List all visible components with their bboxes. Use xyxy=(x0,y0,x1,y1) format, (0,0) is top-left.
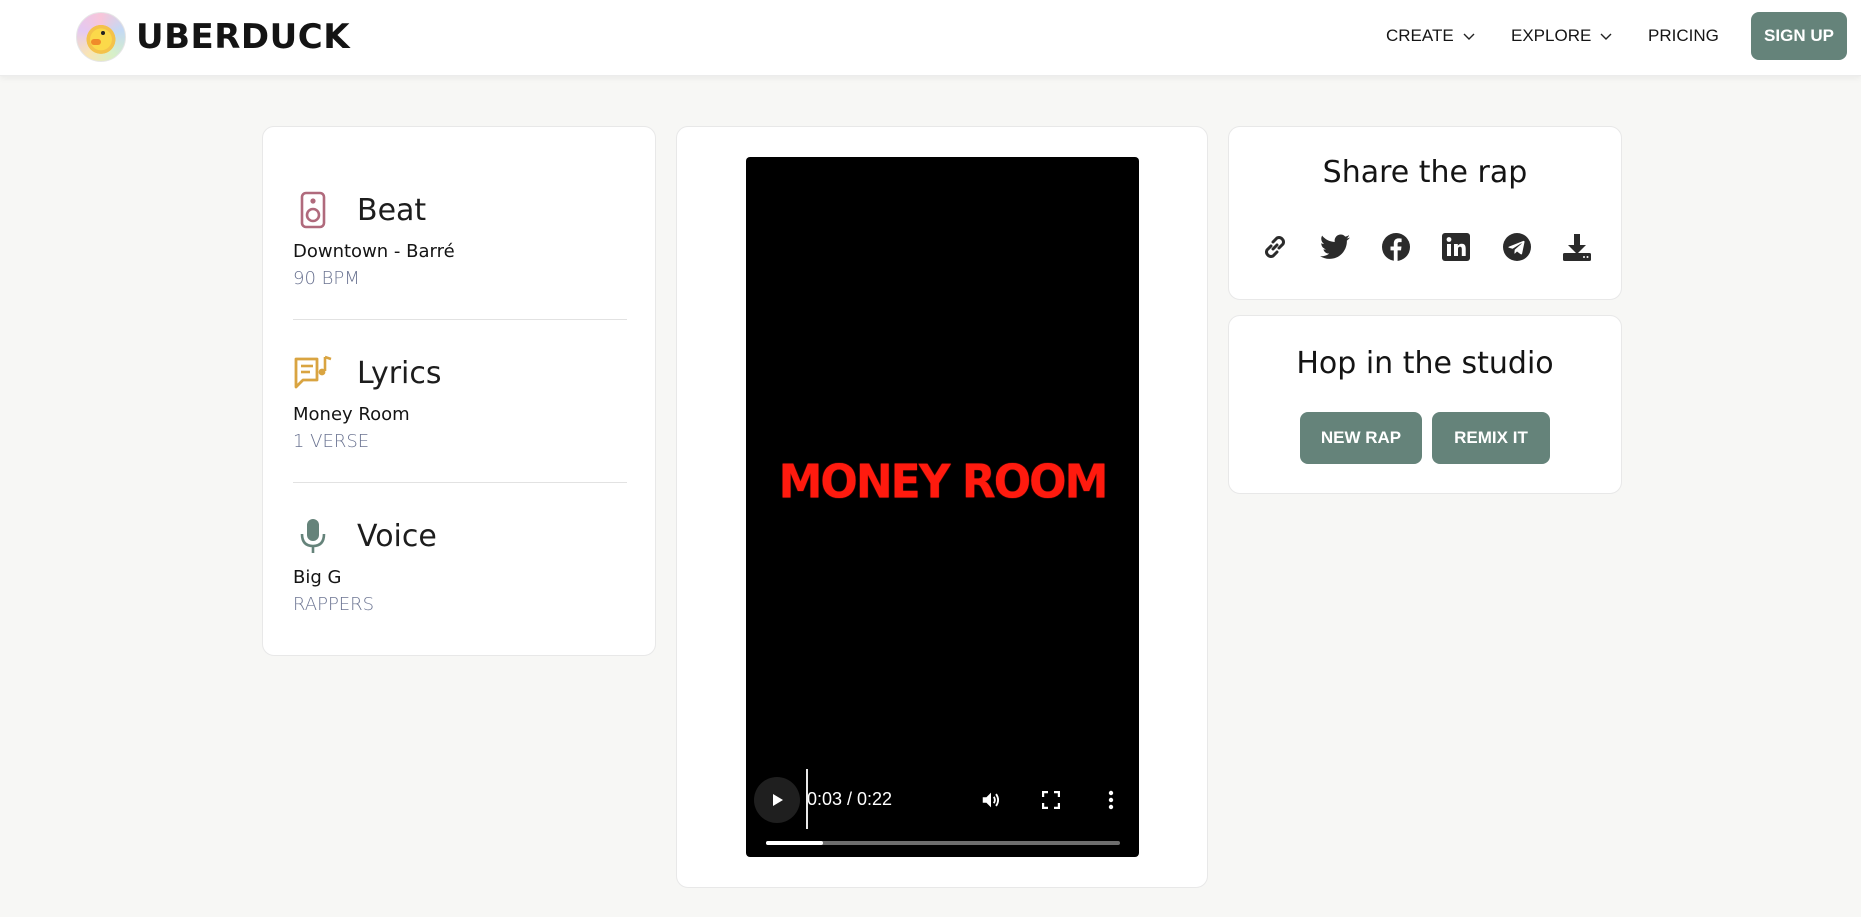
logo-link[interactable]: UBERDUCK xyxy=(76,12,350,62)
nav-create-label: CREATE xyxy=(1386,26,1454,45)
nav-pricing[interactable]: PRICING xyxy=(1648,22,1719,50)
linkedin-icon xyxy=(1442,233,1470,261)
volume-icon xyxy=(982,792,1000,808)
share-heading: Share the rap xyxy=(1322,155,1528,190)
voice-title: Voice xyxy=(357,518,437,554)
video-controls: 0:03 / 0:22 xyxy=(746,769,1139,857)
link-icon xyxy=(1265,236,1285,258)
download-icon xyxy=(1563,234,1591,261)
studio-card: Hop in the studio NEW RAP REMIX IT xyxy=(1228,315,1622,494)
beat-title: Beat xyxy=(357,192,427,228)
play-button[interactable] xyxy=(754,777,800,823)
download-button[interactable] xyxy=(1557,227,1597,267)
facebook-icon xyxy=(1382,233,1410,261)
beat-section: Beat Downtown - Barré 90 BPM xyxy=(293,187,627,289)
nav-create[interactable]: CREATE xyxy=(1386,22,1476,50)
new-rap-button[interactable]: NEW RAP xyxy=(1300,412,1422,464)
speaker-icon xyxy=(293,187,333,233)
share-twitter-button[interactable] xyxy=(1315,227,1355,267)
video-card: MONEY ROOM 0:03 / 0:22 xyxy=(676,126,1208,888)
share-linkedin-button[interactable] xyxy=(1436,227,1476,267)
voice-name: Big G xyxy=(293,567,342,588)
volume-button[interactable] xyxy=(978,787,1004,813)
studio-heading: Hop in the studio xyxy=(1296,346,1554,381)
video-title-text: MONEY ROOM xyxy=(778,455,1109,510)
telegram-icon xyxy=(1503,233,1531,261)
nav-explore-label: EXPLORE xyxy=(1511,26,1592,45)
fullscreen-button[interactable] xyxy=(1038,787,1064,813)
share-telegram-button[interactable] xyxy=(1497,227,1537,267)
top-navbar: UBERDUCK CREATE EXPLORE PRICING SIGN UP xyxy=(0,0,1861,76)
logo-text: UBERDUCK xyxy=(136,17,351,57)
lyrics-verse-count: 1 VERSE xyxy=(293,431,370,452)
voice-section: Voice Big G RAPPERS xyxy=(293,513,627,616)
lyrics-title: Lyrics xyxy=(357,355,442,391)
remix-it-button[interactable]: REMIX IT xyxy=(1432,412,1550,464)
chevron-down-icon xyxy=(1600,33,1612,40)
beat-bpm: 90 BPM xyxy=(293,268,360,289)
chevron-down-icon xyxy=(1463,33,1475,40)
play-icon xyxy=(773,794,783,806)
video-time: 0:03 / 0:22 xyxy=(807,789,893,809)
lyrics-note-icon xyxy=(293,350,333,396)
video-progress-fill xyxy=(766,841,823,845)
rap-info-card: Beat Downtown - Barré 90 BPM Lyrics Mone… xyxy=(262,126,656,656)
beat-name: Downtown - Barré xyxy=(293,241,455,262)
video-player[interactable]: MONEY ROOM 0:03 / 0:22 xyxy=(746,157,1139,857)
voice-category: RAPPERS xyxy=(293,594,375,615)
share-facebook-button[interactable] xyxy=(1376,227,1416,267)
nav-explore[interactable]: EXPLORE xyxy=(1511,22,1613,50)
video-progress-bar[interactable] xyxy=(766,841,1120,845)
copy-link-button[interactable] xyxy=(1255,227,1295,267)
divider xyxy=(293,482,627,483)
more-vertical-icon xyxy=(1108,790,1114,810)
lyrics-name: Money Room xyxy=(293,404,410,425)
lyrics-section: Lyrics Money Room 1 VERSE xyxy=(293,350,627,453)
fullscreen-icon xyxy=(1042,791,1060,809)
microphone-icon xyxy=(293,513,333,559)
more-options-button[interactable] xyxy=(1098,787,1124,813)
divider xyxy=(293,319,627,320)
share-card: Share the rap xyxy=(1228,126,1622,300)
twitter-icon xyxy=(1320,234,1350,259)
duck-logo-icon xyxy=(76,12,126,62)
sign-up-button[interactable]: SIGN UP xyxy=(1751,12,1847,60)
nav-pricing-label: PRICING xyxy=(1648,26,1719,45)
share-icons-row xyxy=(1255,227,1597,267)
